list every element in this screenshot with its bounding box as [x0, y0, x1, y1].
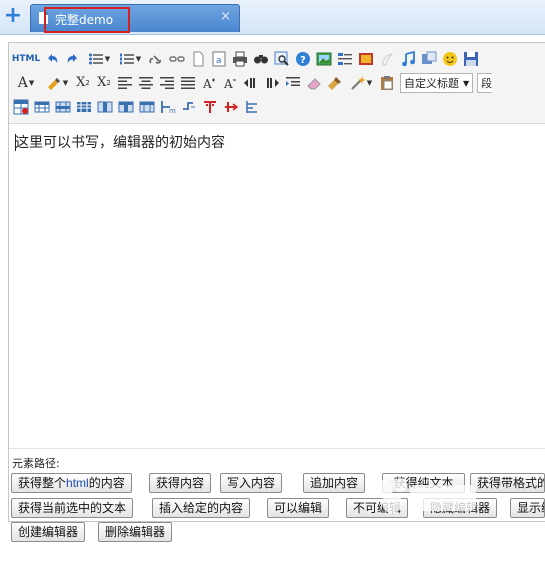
editor-toolbar: HTML ▼ ▼ a ? A ▼ ▼ X2 X2 A A ▼ 自定义标题 ▼ 段… — [9, 43, 545, 124]
get-all-html-label-post: 的内容 — [88, 476, 125, 490]
toolbar-row-2: A ▼ ▼ X2 X2 A A ▼ 自定义标题 ▼ 段 — [13, 72, 496, 94]
font-size-up-icon[interactable]: A — [201, 75, 217, 91]
merge-down-icon[interactable] — [181, 99, 197, 115]
image-icon[interactable] — [316, 51, 332, 67]
subscript-icon[interactable]: X2 — [96, 75, 112, 91]
music-icon[interactable] — [400, 51, 416, 67]
link-icon[interactable] — [148, 51, 164, 67]
search-icon[interactable] — [253, 51, 269, 67]
html-source-icon[interactable]: HTML — [11, 51, 41, 67]
get-plain-text-button[interactable]: 获得纯文本 — [382, 473, 465, 493]
font-size-down-icon[interactable]: A — [222, 75, 238, 91]
element-path-label: 元素路径: — [12, 457, 60, 470]
heading-select-value: 自定义标题 — [404, 77, 459, 90]
font-color-label: A — [17, 75, 28, 91]
undo-icon[interactable] — [44, 51, 60, 67]
chevron-down-icon: ▼ — [463, 78, 470, 88]
get-all-html-button[interactable]: 获得整个html的内容 — [11, 473, 132, 493]
toolbar-row-3: m — [13, 96, 265, 118]
text-box-icon[interactable]: a — [211, 51, 227, 67]
paragraph-select[interactable]: 段 — [477, 73, 493, 93]
split-cols-icon[interactable] — [244, 99, 260, 115]
indent-icon[interactable] — [285, 75, 301, 91]
align-center-icon[interactable] — [138, 75, 154, 91]
font-color-icon[interactable]: A ▼ — [13, 75, 39, 91]
insert-map-icon[interactable] — [421, 51, 437, 67]
get-content-button[interactable]: 获得内容 — [149, 473, 212, 493]
add-tab-icon[interactable]: + — [2, 5, 24, 28]
unordered-list-icon[interactable]: ▼ — [86, 51, 112, 67]
format-brush-icon[interactable] — [327, 75, 343, 91]
svg-text:A: A — [223, 77, 233, 91]
eraser-icon[interactable] — [306, 75, 322, 91]
delete-table-icon[interactable] — [34, 99, 50, 115]
svg-text:A: A — [202, 77, 212, 91]
insert-code-icon[interactable] — [379, 51, 395, 67]
delete-editor-button[interactable]: 删除编辑器 — [98, 522, 173, 542]
print-icon[interactable] — [232, 51, 248, 67]
unlink-icon[interactable] — [169, 51, 185, 67]
set-content-button[interactable]: 写入内容 — [220, 473, 283, 493]
align-left-icon[interactable] — [117, 75, 133, 91]
merge-right-icon[interactable]: m — [160, 99, 176, 115]
justify-icon[interactable] — [180, 75, 196, 91]
merge-cells-icon[interactable] — [139, 99, 155, 115]
insert-frame-icon[interactable] — [337, 51, 353, 67]
svg-text:?: ? — [300, 55, 306, 66]
tab-complete-demo[interactable]: 完整demo × — [30, 4, 240, 32]
save-icon[interactable] — [463, 51, 479, 67]
superscript-icon[interactable]: X2 — [75, 75, 91, 91]
document-icon — [39, 12, 48, 24]
split-cells-icon[interactable] — [202, 99, 218, 115]
svg-text:a: a — [216, 56, 222, 66]
insert-given-content-button[interactable]: 插入给定的内容 — [152, 498, 251, 518]
get-all-html-label-em: html — [66, 476, 89, 490]
tab-label: 完整demo — [55, 13, 114, 27]
show-editor-button[interactable]: 显示编辑器 — [510, 498, 545, 518]
heading-select[interactable]: 自定义标题 ▼ — [400, 73, 474, 93]
create-editor-button[interactable]: 创建编辑器 — [11, 522, 86, 542]
close-tab-icon[interactable]: × — [220, 9, 231, 24]
split-rows-icon[interactable] — [223, 99, 239, 115]
ltr-icon[interactable] — [243, 75, 259, 91]
emotion-icon[interactable] — [442, 51, 458, 67]
get-formatted-text-button[interactable]: 获得带格式的纯文本 — [470, 473, 545, 493]
tab-bar: + 完整demo × — [0, 0, 545, 35]
editor-content-area[interactable]: 这里可以书写，编辑器的初始内容 — [9, 124, 545, 444]
redo-icon[interactable] — [65, 51, 81, 67]
insert-col-icon[interactable] — [97, 99, 113, 115]
hide-editor-button[interactable]: 隐藏编辑器 — [423, 498, 498, 518]
delete-row-icon[interactable] — [76, 99, 92, 115]
editor-initial-content: 这里可以书写，编辑器的初始内容 — [15, 135, 225, 151]
insert-table-icon[interactable] — [13, 99, 29, 115]
highlight-icon[interactable]: ▼ — [44, 75, 70, 91]
paste-text-icon[interactable] — [379, 75, 395, 91]
help-icon[interactable]: ? — [295, 51, 311, 67]
toolbar-row-1: HTML ▼ ▼ a ? — [11, 48, 484, 70]
delete-col-icon[interactable] — [118, 99, 134, 115]
insert-row-icon[interactable] — [55, 99, 71, 115]
svg-text:m: m — [169, 107, 176, 115]
enable-edit-button[interactable]: 可以编辑 — [267, 498, 330, 518]
element-path-bar: 元素路径: — [9, 448, 545, 471]
html-source-label: HTML — [11, 54, 41, 64]
ordered-list-icon[interactable]: ▼ — [117, 51, 143, 67]
get-selected-text-button[interactable]: 获得当前选中的文本 — [11, 498, 134, 518]
disable-edit-button[interactable]: 不可编辑 — [346, 498, 409, 518]
rtl-icon[interactable] — [264, 75, 280, 91]
preview-icon[interactable] — [274, 51, 290, 67]
align-right-icon[interactable] — [159, 75, 175, 91]
rich-text-editor: HTML ▼ ▼ a ? A ▼ ▼ X2 X2 A A ▼ 自定义标题 ▼ 段… — [8, 42, 545, 522]
paragraph-select-value: 段 — [481, 77, 493, 90]
get-all-html-label-pre: 获得整个 — [18, 476, 67, 490]
magic-wand-icon[interactable]: ▼ — [348, 75, 374, 91]
anchor-icon[interactable] — [190, 51, 206, 67]
background-image-icon[interactable] — [358, 51, 374, 67]
append-content-button[interactable]: 追加内容 — [303, 473, 366, 493]
